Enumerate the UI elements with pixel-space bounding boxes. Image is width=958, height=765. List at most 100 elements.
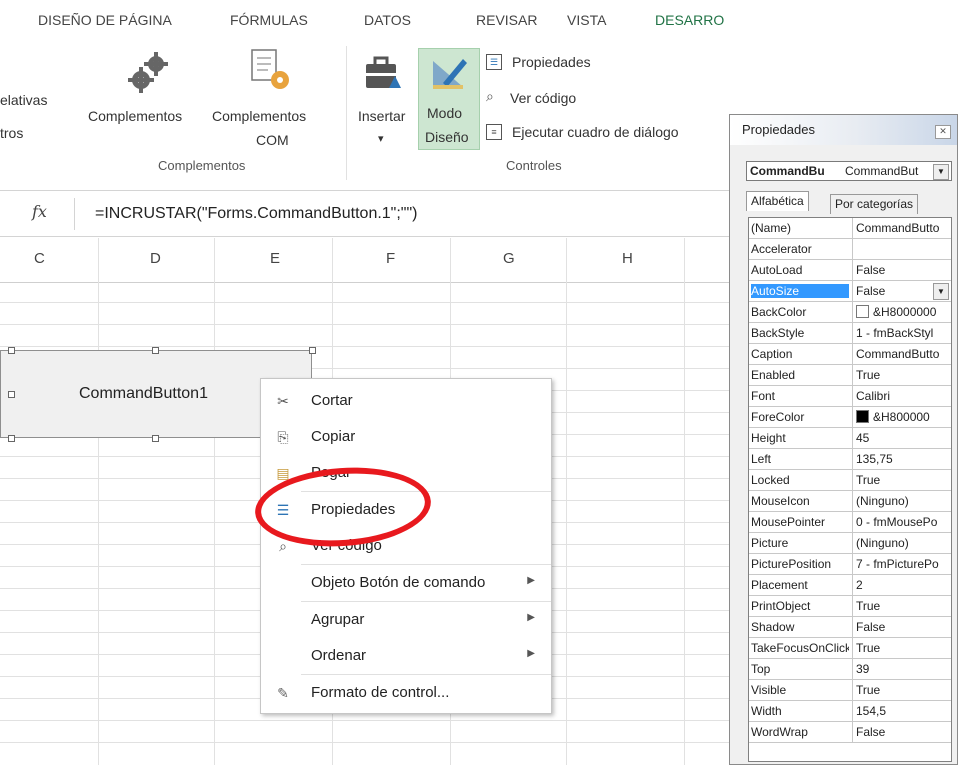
property-value[interactable]: True [856,683,951,697]
column-header-c[interactable]: C [34,250,45,267]
resize-handle[interactable] [8,435,15,442]
property-row[interactable]: Width 154,5 [749,701,951,722]
property-value-text: 135,75 [856,452,893,466]
property-row[interactable]: (Name) CommandButto [749,218,951,239]
property-value[interactable]: True [856,599,951,613]
property-row[interactable]: TakeFocusOnClick True [749,638,951,659]
tab-desarrollador[interactable]: DESARRO [655,12,724,28]
property-row[interactable]: Top 39 [749,659,951,680]
tab-diseno-de-pagina[interactable]: DISEÑO DE PÁGINA [38,12,172,28]
property-row[interactable]: PicturePosition 7 - fmPicturePo [749,554,951,575]
column-header-h[interactable]: H [622,250,633,267]
property-value[interactable]: True [856,473,951,487]
property-row[interactable]: BackStyle 1 - fmBackStyl [749,323,951,344]
tab-por-categorias[interactable]: Por categorías [830,194,919,214]
column-header-e[interactable]: E [270,250,280,267]
column-header-g[interactable]: G [503,250,515,267]
resize-handle[interactable] [152,435,159,442]
property-value[interactable]: True [856,368,951,382]
property-row[interactable]: Picture (Ninguno) [749,533,951,554]
property-value[interactable]: &H800000 [856,410,951,424]
fx-icon[interactable]: fx [32,202,47,221]
ver-codigo-ribbon-button[interactable]: ⌕ Ver código [484,88,624,112]
property-row[interactable]: Caption CommandButto [749,344,951,365]
complementos-com-button[interactable]: Complementos COM [212,46,342,156]
property-row[interactable]: MousePointer 0 - fmMousePo [749,512,951,533]
resize-handle[interactable] [8,347,15,354]
chevron-down-icon[interactable]: ▼ [933,283,949,300]
menu-item-cortar[interactable]: ✂ Cortar [261,383,551,419]
property-value[interactable]: 1 - fmBackStyl [856,326,951,340]
property-value[interactable]: (Ninguno) [856,494,951,508]
modo-diseno-button[interactable]: Modo Diseño [418,48,480,150]
property-value[interactable]: False [856,620,951,634]
property-row[interactable]: Shadow False [749,617,951,638]
column-divider [852,449,853,470]
menu-item-label: Formato de control... [311,684,450,701]
property-row[interactable]: WordWrap False [749,722,951,743]
property-row[interactable]: BackColor &H8000000 [749,302,951,323]
property-value[interactable]: False [856,263,951,277]
resize-handle[interactable] [8,391,15,398]
resize-handle[interactable] [309,347,316,354]
property-value-text: 1 - fmBackStyl [856,326,934,340]
property-value[interactable]: False [856,725,951,739]
properties-titlebar[interactable]: Propiedades ✕ [730,115,957,145]
property-row[interactable]: AutoLoad False [749,260,951,281]
object-selector[interactable]: CommandBu CommandBut ▼ [746,161,952,181]
property-row[interactable]: ForeColor &H800000 [749,407,951,428]
property-value[interactable]: 2 [856,578,951,592]
property-row[interactable]: MouseIcon (Ninguno) [749,491,951,512]
property-value[interactable]: 45 [856,431,951,445]
property-value[interactable]: 154,5 [856,704,951,718]
menu-item-agrupar[interactable]: Agrupar ▶ [261,602,551,638]
chevron-down-icon[interactable]: ▼ [933,164,949,180]
property-value[interactable]: &H8000000 [856,305,951,319]
menu-item-formato-control[interactable]: ✎ Formato de control... [261,675,551,711]
grid-line [0,346,730,347]
property-value[interactable]: CommandButto [856,347,951,361]
property-value[interactable]: 0 - fmMousePo [856,515,951,529]
property-value[interactable]: 39 [856,662,951,676]
menu-item-label: Objeto Botón de comando [311,574,486,591]
property-row[interactable]: Height 45 [749,428,951,449]
property-row[interactable]: Enabled True [749,365,951,386]
scissors-icon: ✂ [277,393,289,409]
property-value[interactable]: True [856,641,951,655]
tab-datos[interactable]: DATOS [364,12,411,28]
property-value-text: False [856,263,886,277]
column-header-f[interactable]: F [386,250,395,267]
grid-line [684,238,685,765]
column-header-d[interactable]: D [150,250,161,267]
property-row[interactable]: Visible True [749,680,951,701]
menu-item-ordenar[interactable]: Ordenar ▶ [261,638,551,674]
property-row[interactable]: Left 135,75 [749,449,951,470]
complementos-button[interactable]: Complementos [88,46,206,142]
column-divider [852,554,853,575]
property-row[interactable]: Placement 2 [749,575,951,596]
property-row[interactable]: Font Calibri [749,386,951,407]
formula-input[interactable]: =INCRUSTAR("Forms.CommandButton.1";"") [74,198,731,230]
property-value[interactable]: 135,75 [856,452,951,466]
property-value[interactable]: (Ninguno) [856,536,951,550]
property-row[interactable]: Accelerator [749,239,951,260]
property-value[interactable]: CommandButto [856,221,951,235]
property-value[interactable]: 7 - fmPicturePo [856,557,951,571]
insertar-button[interactable]: Insertar ▾ [354,46,418,156]
property-name: ForeColor [751,410,805,424]
propiedades-ribbon-button[interactable]: ☰ Propiedades [484,52,624,76]
property-row[interactable]: AutoSize False ▼ [749,281,951,302]
menu-item-objeto-boton[interactable]: Objeto Botón de comando ▶ [261,565,551,601]
tab-revisar[interactable]: REVISAR [476,12,537,28]
property-value-text: False [856,620,886,634]
resize-handle[interactable] [152,347,159,354]
property-row[interactable]: Locked True [749,470,951,491]
tab-alfabetica[interactable]: Alfabética [746,191,809,211]
property-row[interactable]: PrintObject True [749,596,951,617]
property-value[interactable]: Calibri [856,389,951,403]
ejecutar-dialogo-button[interactable]: ≡ Ejecutar cuadro de diálogo [484,122,724,146]
menu-item-copiar[interactable]: ⎘ Copiar [261,419,551,455]
tab-vista[interactable]: VISTA [567,12,606,28]
close-icon[interactable]: ✕ [935,125,951,139]
tab-formulas[interactable]: FÓRMULAS [230,12,308,28]
